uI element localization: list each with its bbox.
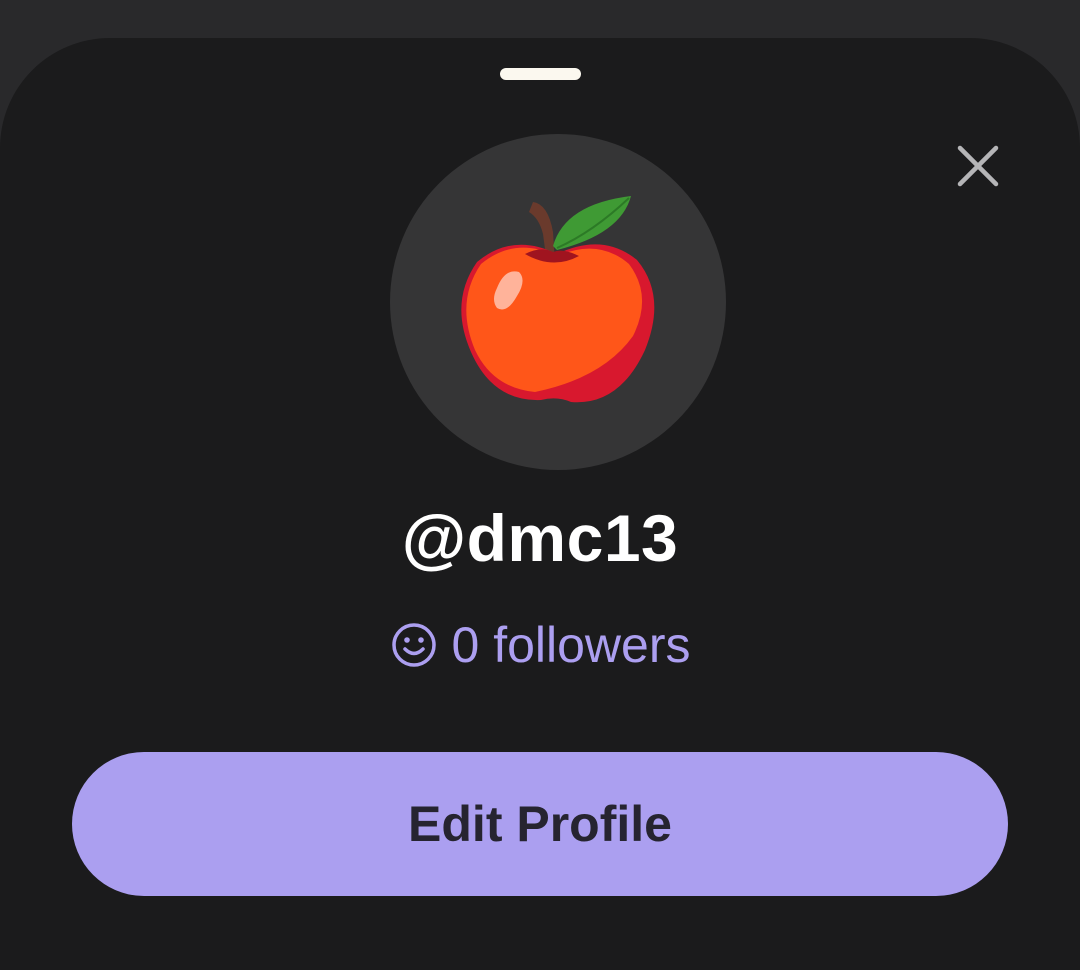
avatar[interactable] <box>390 134 726 470</box>
username: @dmc13 <box>401 501 679 575</box>
smiley-face-icon <box>391 623 436 667</box>
red-apple-icon <box>461 196 655 403</box>
drag-handle[interactable] <box>500 68 581 80</box>
followers-label: 0 followers <box>451 617 691 673</box>
edit-profile-button[interactable]: Edit Profile <box>72 752 1008 896</box>
profile-sheet: @dmc13 0 followers Edit Profile <box>0 38 1080 970</box>
screen: @dmc13 0 followers Edit Profile <box>0 0 1080 970</box>
followers-count[interactable]: 0 followers <box>0 616 1080 674</box>
close-icon <box>957 145 999 187</box>
close-button[interactable] <box>946 134 1010 198</box>
